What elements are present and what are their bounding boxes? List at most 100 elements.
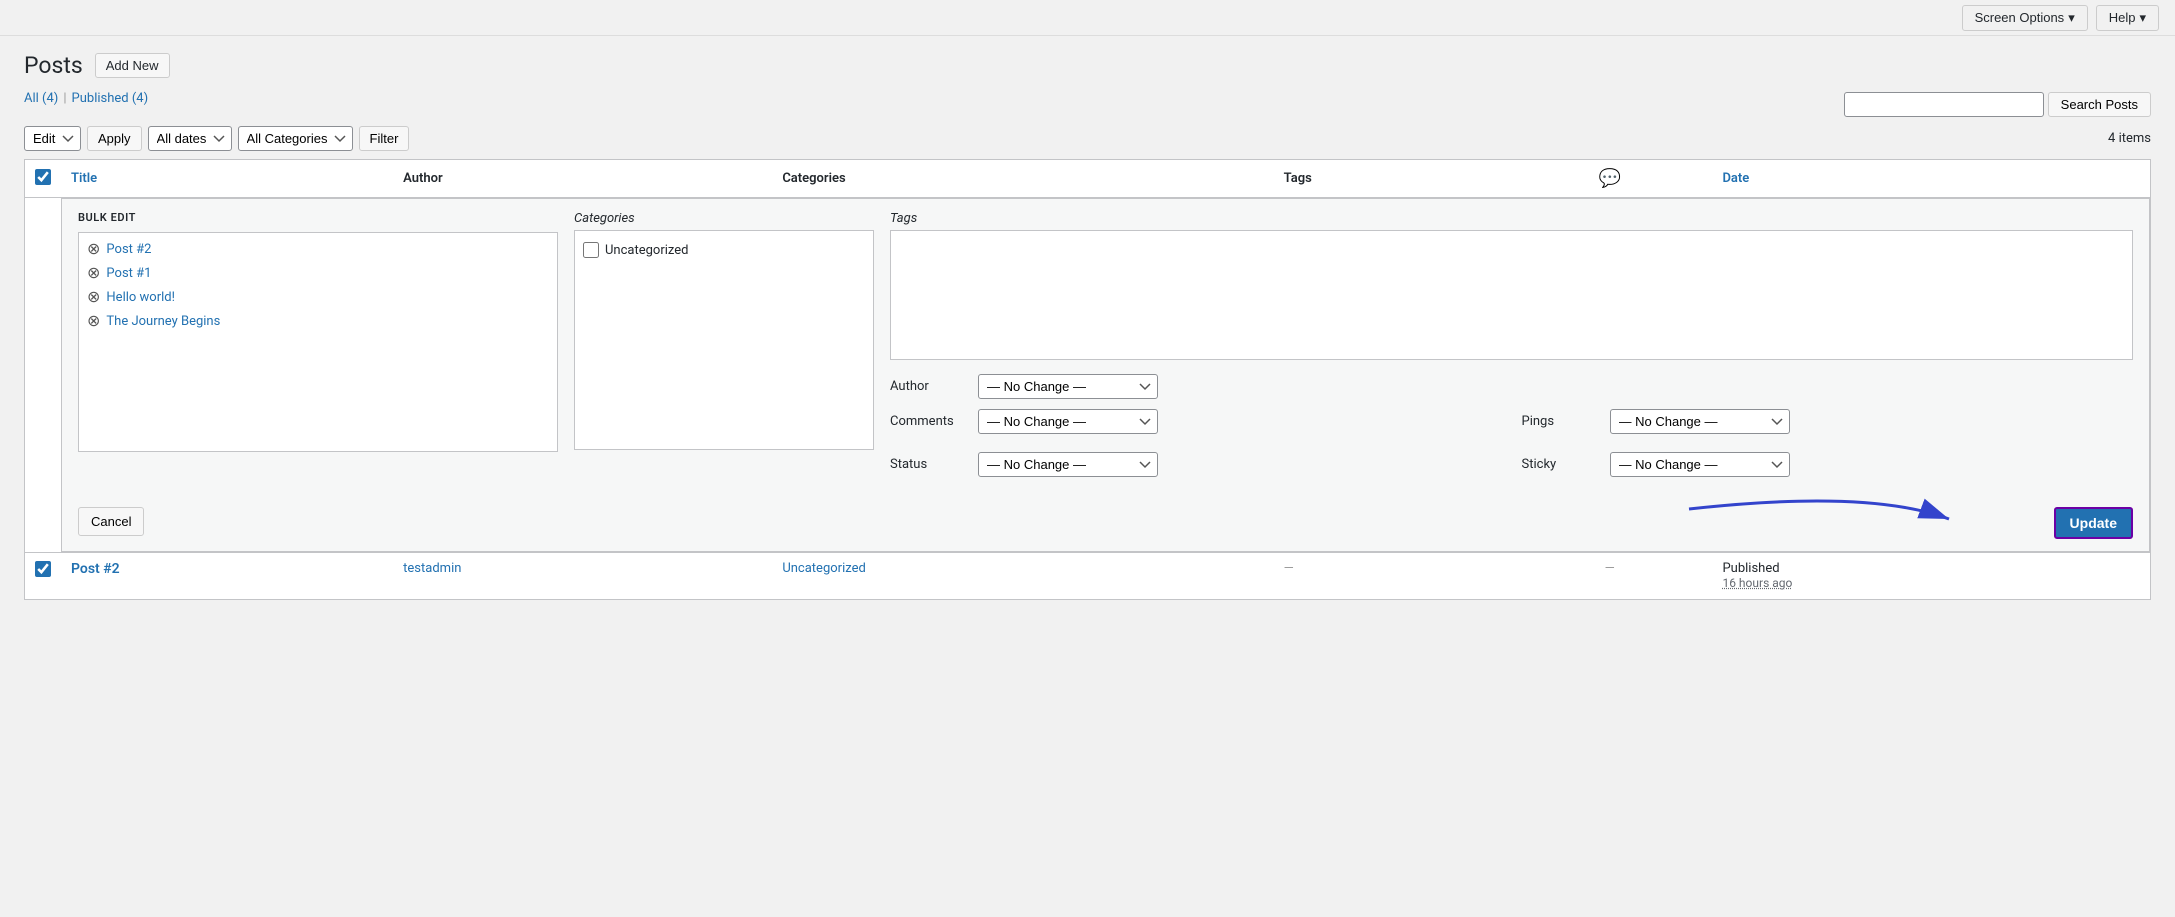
update-button[interactable]: Update	[2054, 507, 2133, 539]
list-item[interactable]: ⊗ Post #2	[79, 237, 557, 261]
separator: |	[63, 91, 66, 106]
post-author-cell: testadmin	[393, 553, 772, 600]
author-field-row: Author — No Change —	[890, 374, 2133, 399]
help-chevron: ▾	[2139, 10, 2146, 26]
list-item[interactable]: ⊗ The Journey Begins	[79, 309, 557, 333]
bulk-edit-cats-col: Categories Uncategorized	[574, 211, 874, 487]
date-col-header[interactable]: Date	[1712, 160, 2150, 198]
comments-value: —	[1605, 561, 1615, 576]
bulk-edit-row: BULK EDIT ⊗ Post #2 ⊗ Post #1	[25, 198, 2151, 553]
categories-select[interactable]: All Categories	[238, 126, 353, 151]
post-date-cell: Published 16 hours ago	[1712, 553, 2150, 600]
comments-col-header: 💬	[1507, 160, 1713, 198]
page-wrapper: Posts Add New All (4) | Published (4) Se…	[0, 36, 2175, 917]
comments-label: Comments	[890, 414, 970, 429]
uncategorized-label: Uncategorized	[605, 243, 688, 258]
table-row: Post #2 testadmin Uncategorized — — Publ…	[25, 553, 2151, 600]
post-date-relative: 16 hours ago	[1722, 576, 1792, 590]
page-title: Posts	[24, 52, 83, 79]
post-title-link[interactable]: Post #2	[71, 561, 120, 577]
author-select[interactable]: — No Change —	[978, 374, 1158, 399]
bulk-edit-label: BULK EDIT	[78, 211, 558, 224]
status-field-row: Status — No Change —	[890, 452, 1502, 477]
sticky-label: Sticky	[1522, 457, 1602, 472]
tablenav: Edit Apply All dates All Categories Filt…	[24, 126, 2151, 151]
sticky-select[interactable]: — No Change —	[1610, 452, 1790, 477]
row-checkbox-cell	[25, 553, 62, 600]
select-all-th	[25, 160, 62, 198]
two-col-fields: Comments — No Change — Pings	[890, 409, 2133, 487]
post-title-cell: Post #2	[61, 553, 393, 600]
status-select[interactable]: — No Change —	[978, 452, 1158, 477]
categories-box[interactable]: Uncategorized	[574, 230, 874, 450]
post-tags-cell: —	[1274, 553, 1507, 600]
screen-options-chevron: ▾	[2068, 10, 2075, 26]
search-posts-button[interactable]: Search Posts	[2048, 92, 2151, 117]
add-new-button[interactable]: Add New	[95, 53, 170, 78]
author-label: Author	[890, 379, 970, 394]
bulk-action-select[interactable]: Edit	[24, 126, 81, 151]
fields-area: Author — No Change — Comments	[890, 374, 2133, 487]
bulk-edit-posts-col: BULK EDIT ⊗ Post #2 ⊗ Post #1	[78, 211, 558, 487]
screen-options-label: Screen Options	[1975, 10, 2065, 25]
subsubsub: All (4) | Published (4)	[24, 91, 148, 106]
list-item[interactable]: ⊗ Hello world!	[79, 285, 557, 309]
screen-options-button[interactable]: Screen Options ▾	[1962, 5, 2088, 31]
list-item[interactable]: ⊗ Post #1	[79, 261, 557, 285]
tags-col-header: Tags	[1274, 160, 1507, 198]
status-label: Status	[890, 457, 970, 472]
author-col-header: Author	[393, 160, 772, 198]
pings-field-row: Pings — No Change —	[1522, 409, 2134, 434]
search-box-area: Search Posts	[1844, 92, 2151, 117]
bulk-edit-fields-col: Tags Author — No Change —	[890, 211, 2133, 487]
items-count: 4 items	[2108, 131, 2151, 146]
all-link[interactable]: All (4)	[24, 91, 58, 106]
comments-field-row: Comments — No Change —	[890, 409, 1502, 434]
categories-label: Categories	[574, 211, 874, 226]
search-input[interactable]	[1844, 92, 2044, 117]
pings-label: Pings	[1522, 414, 1602, 429]
apply-button[interactable]: Apply	[87, 126, 142, 151]
tags-label: Tags	[890, 211, 2133, 226]
dates-select[interactable]: All dates	[148, 126, 232, 151]
table-header-row: Title Author Categories Tags 💬 Date	[25, 160, 2151, 198]
bulk-edit-checkbox-cell	[25, 198, 62, 553]
help-button[interactable]: Help ▾	[2096, 5, 2159, 31]
bulk-edit-inner: BULK EDIT ⊗ Post #2 ⊗ Post #1	[62, 199, 2149, 499]
posts-list-box[interactable]: ⊗ Post #2 ⊗ Post #1 ⊗ He	[78, 232, 558, 452]
post-category-cell: Uncategorized	[772, 553, 1273, 600]
bulk-edit-cell: BULK EDIT ⊗ Post #2 ⊗ Post #1	[61, 198, 2151, 553]
sticky-field-row: Sticky — No Change —	[1522, 452, 2134, 477]
select-all-checkbox[interactable]	[35, 169, 51, 185]
post-comments-cell: —	[1507, 553, 1713, 600]
top-bar: Screen Options ▾ Help ▾	[0, 0, 2175, 36]
post-date-status: Published	[1722, 561, 1779, 576]
pings-select[interactable]: — No Change —	[1610, 409, 1790, 434]
help-label: Help	[2109, 10, 2136, 25]
bulk-edit-area: BULK EDIT ⊗ Post #2 ⊗ Post #1	[61, 198, 2150, 552]
comments-icon: 💬	[1599, 168, 1621, 189]
tags-value: —	[1284, 561, 1294, 576]
category-link[interactable]: Uncategorized	[782, 561, 865, 576]
tags-textarea[interactable]	[890, 230, 2133, 360]
filter-button[interactable]: Filter	[359, 126, 410, 151]
posts-table: Title Author Categories Tags 💬 Date	[24, 159, 2151, 600]
author-link[interactable]: testadmin	[403, 561, 461, 576]
row-checkbox[interactable]	[35, 561, 51, 577]
remove-icon: ⊗	[87, 313, 100, 329]
cancel-button[interactable]: Cancel	[78, 507, 144, 536]
remove-icon: ⊗	[87, 289, 100, 305]
categories-col-header: Categories	[772, 160, 1273, 198]
page-header: Posts Add New	[24, 52, 2151, 79]
remove-icon: ⊗	[87, 241, 100, 257]
header-row: All (4) | Published (4) Search Posts	[24, 91, 2151, 118]
published-link[interactable]: Published (4)	[72, 91, 149, 106]
bulk-edit-actions-wrapper: Cancel	[62, 499, 2149, 551]
tablenav-left: Edit Apply All dates All Categories Filt…	[24, 126, 409, 151]
title-col-header[interactable]: Title	[61, 160, 393, 198]
uncategorized-checkbox[interactable]	[583, 242, 599, 258]
remove-icon: ⊗	[87, 265, 100, 281]
comments-select[interactable]: — No Change —	[978, 409, 1158, 434]
cat-item: Uncategorized	[583, 239, 865, 261]
bulk-edit-actions: Cancel	[62, 499, 2149, 551]
